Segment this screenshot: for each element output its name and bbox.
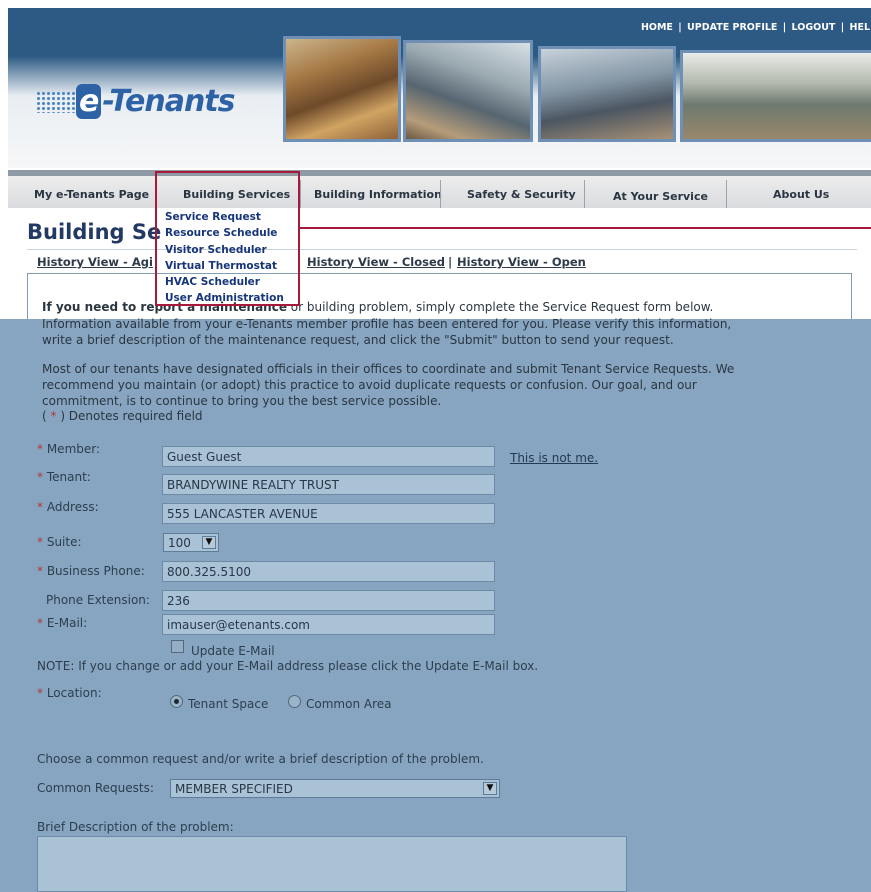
- chevron-down-icon[interactable]: ▼: [202, 536, 216, 549]
- menu-item-visitor-scheduler[interactable]: Visitor Scheduler: [165, 242, 284, 258]
- required-star: *: [37, 500, 43, 514]
- email-change-note: NOTE: If you change or add your E-Mail a…: [37, 659, 539, 673]
- description-label: Brief Description of the problem:: [37, 820, 234, 834]
- address-label: * Address:: [37, 500, 99, 514]
- tenant-label-text: Tenant:: [46, 470, 91, 484]
- business-phone-field[interactable]: 800.325.5100: [162, 561, 495, 582]
- required-star: *: [37, 470, 43, 484]
- intro-para2-line1: Most of our tenants have designated offi…: [42, 362, 735, 376]
- business-phone-label: * Business Phone:: [37, 564, 145, 578]
- tenant-space-label: Tenant Space: [188, 697, 269, 711]
- suite-label-text: Suite:: [46, 535, 82, 549]
- common-requests-label: Common Requests:: [37, 781, 154, 795]
- menu-item-service-request[interactable]: Service Request: [165, 209, 284, 225]
- address-field[interactable]: 555 LANCASTER AVENUE: [162, 503, 495, 524]
- tenant-label: * Tenant:: [37, 470, 91, 484]
- required-field-note: ( * ) Denotes required field: [42, 409, 847, 425]
- common-requests-select[interactable]: MEMBER SPECIFIED ▼: [170, 779, 500, 798]
- required-note-close: ) Denotes required field: [56, 409, 203, 423]
- common-area-radio[interactable]: [288, 695, 301, 708]
- menu-item-resource-schedule[interactable]: Resource Schedule: [165, 225, 284, 241]
- required-star: *: [37, 442, 43, 456]
- member-field[interactable]: Guest Guest: [162, 446, 495, 467]
- business-phone-label-text: Business Phone:: [46, 564, 145, 578]
- intro-para2-line2: recommend you maintain (or adopt) this p…: [42, 378, 697, 392]
- address-label-text: Address:: [46, 500, 99, 514]
- required-star: *: [37, 535, 43, 549]
- menu-item-hvac-scheduler[interactable]: HVAC Scheduler: [165, 274, 284, 290]
- phone-extension-label: Phone Extension:: [46, 593, 150, 607]
- member-label-text: Member:: [46, 442, 101, 456]
- common-requests-value: MEMBER SPECIFIED: [175, 782, 293, 796]
- suite-label: * Suite:: [37, 535, 82, 549]
- required-note-open: (: [42, 409, 51, 423]
- email-label-text: E-Mail:: [46, 616, 88, 630]
- location-label-text: Location:: [46, 686, 102, 700]
- required-star: *: [37, 686, 43, 700]
- location-label: * Location:: [37, 686, 102, 700]
- phone-extension-field[interactable]: 236: [162, 590, 495, 611]
- common-area-label: Common Area: [306, 697, 392, 711]
- intro-para2-line3: commitment, is to continue to bring you …: [42, 394, 442, 408]
- intro-line-2: Information available from your e-Tenant…: [42, 317, 732, 331]
- update-email-checkbox[interactable]: [171, 640, 184, 653]
- update-email-label: Update E-Mail: [191, 644, 275, 658]
- tenant-field[interactable]: BRANDYWINE REALTY TRUST: [162, 474, 495, 495]
- suite-select[interactable]: 100 ▼: [163, 533, 219, 552]
- description-textarea[interactable]: [37, 836, 627, 892]
- suite-select-value: 100: [168, 536, 191, 550]
- intro-line-3: write a brief description of the mainten…: [42, 333, 674, 347]
- highlight-line: [300, 227, 871, 229]
- tenant-space-radio[interactable]: [170, 695, 183, 708]
- menu-item-user-administration[interactable]: User Administration: [165, 290, 284, 306]
- dropdown-menu-list: Service Request Resource Schedule Visito…: [165, 209, 284, 307]
- required-star: *: [37, 564, 43, 578]
- service-request-form: Information available from your e-Tenant…: [0, 0, 871, 892]
- email-field[interactable]: imauser@etenants.com: [162, 614, 495, 635]
- chevron-down-icon[interactable]: ▼: [483, 782, 497, 795]
- not-me-link[interactable]: This is not me.: [510, 451, 598, 465]
- menu-item-virtual-thermostat[interactable]: Virtual Thermostat: [165, 258, 284, 274]
- email-label: * E-Mail:: [37, 616, 87, 630]
- member-label: * Member:: [37, 442, 100, 456]
- required-star: *: [37, 616, 43, 630]
- common-request-intro: Choose a common request and/or write a b…: [37, 752, 484, 766]
